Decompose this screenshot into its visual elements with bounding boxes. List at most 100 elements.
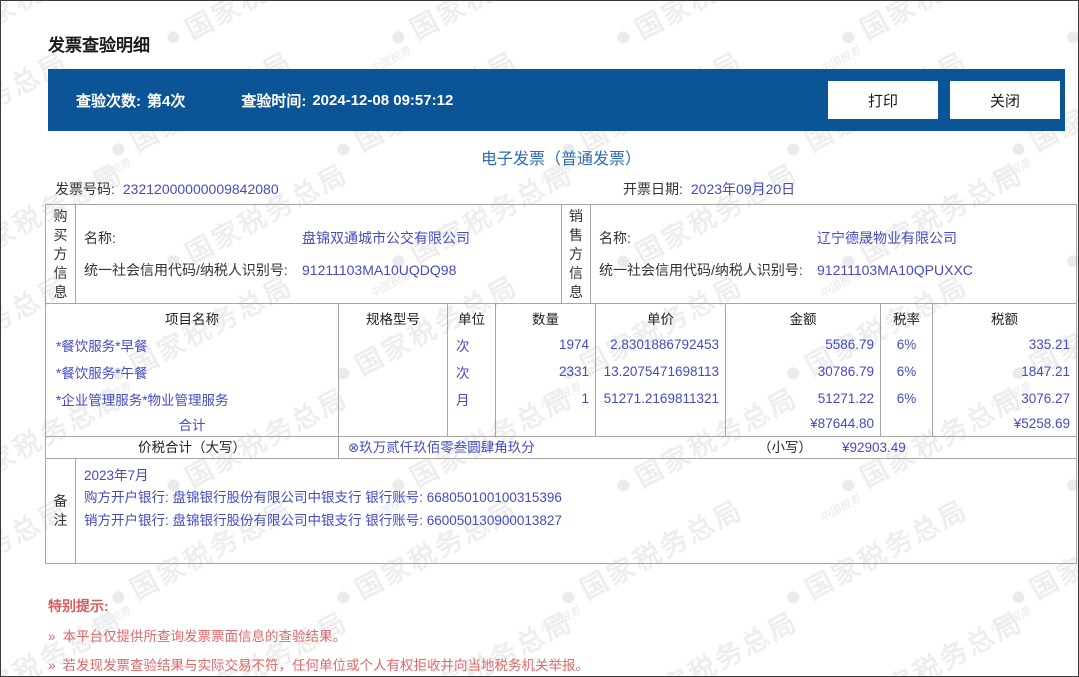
notice-item: » 本平台仅提供所查询发票票面信息的查验结果。 — [48, 625, 1077, 645]
total-unit-cell — [447, 412, 496, 436]
item-cell-qty: 1 — [495, 385, 596, 412]
remark-line: 销方开户银行: 盘锦银行股份有限公司中银支行 银行账号: 66005013090… — [84, 512, 562, 528]
seller-side-column: 销售方信息 — [561, 205, 591, 303]
items-header-row: 项目名称 规格型号 单位 数量 单价 金额 税率 税额 — [46, 304, 1077, 331]
item-cell-tax: 335.21 — [932, 331, 1077, 358]
item-cell-rate: 6% — [880, 385, 933, 412]
total-rate-cell — [880, 412, 933, 436]
watermark-text: 国家税务总局 — [1077, 1, 1078, 47]
header-spec: 规格型号 — [338, 304, 448, 331]
invoice-number-value: 23212000000009842080 — [122, 181, 279, 197]
item-cell-spec — [338, 331, 448, 358]
check-count-value: 第4次 — [147, 92, 186, 110]
notice-items: » 本平台仅提供所查询发票票面信息的查验结果。 » 若发现发票查验结果与实际交易不符，… — [48, 625, 1077, 674]
print-button[interactable]: 打印 — [828, 81, 938, 119]
invoice-number-label: 发票号码: — [55, 181, 115, 197]
item-cell-name: *餐饮服务*午餐 — [56, 365, 148, 381]
tax-total-capital: ⊗玖万贰仟玖佰零叁圆肆角玖分 — [348, 439, 535, 455]
total-tax-value: ¥5258.69 — [932, 412, 1077, 436]
invoice-number-group: 发票号码: 23212000000009842080 — [55, 179, 279, 199]
remark-line: 2023年7月 — [84, 467, 149, 483]
items-tbody: *餐饮服务*早餐次 1974 2.8301886792453 5586.79 6% 335… — [46, 331, 1077, 412]
seller-name-value: 辽宁德晟物业有限公司 — [817, 230, 957, 246]
item-cell-tax: 1847.21 — [932, 358, 1077, 385]
item-cell-amount: 30786.79 — [725, 358, 881, 385]
seller-name-row: 名称: 辽宁德晟物业有限公司 — [599, 222, 1076, 254]
seller-taxid-value: 91211103MA10QPUXXC — [817, 262, 973, 278]
item-cell-amount: 5586.79 — [725, 331, 881, 358]
notice-item: » 若发现发票查验结果与实际交易不符，任何单位或个人有权拒收并向当地税务机关举报。 — [48, 654, 1077, 674]
seller-taxid-label: 统一社会信用代码/纳税人识别号: — [599, 262, 803, 278]
notice-bullet-icon: » — [48, 628, 56, 644]
page-title: 发票查验明细 — [48, 36, 150, 55]
remark-line: 购方开户银行: 盘锦银行股份有限公司中银支行 银行账号: 66805010010… — [84, 490, 562, 505]
tax-total-small-group: （小写） ¥92903.49 — [758, 437, 906, 458]
notice-item-text: 若发现发票查验结果与实际交易不符，任何单位或个人有权拒收并向当地税务机关举报。 — [62, 657, 590, 673]
check-time-label: 查验时间: — [241, 92, 307, 110]
seller-side-label: 销售方信息 — [569, 207, 583, 300]
item-cell-rate: 6% — [880, 358, 933, 385]
buyer-name-row: 名称: 盘锦双通城市公交有限公司 — [84, 222, 561, 254]
item-cell-rate: 6% — [880, 331, 933, 358]
check-time-value: 2024-12-08 09:57:12 — [312, 91, 454, 109]
header-tax: 税额 — [932, 304, 1077, 331]
buyer-taxid-label: 统一社会信用代码/纳税人识别号: — [84, 262, 288, 278]
item-row: *企业管理服务*物业管理服务 月 1 51271.2169811321 51271.22… — [46, 385, 1077, 412]
seller-taxid-row: 统一社会信用代码/纳税人识别号: 91211103MA10QPUXXC — [599, 254, 1076, 286]
header-unit: 单位 — [447, 304, 496, 331]
total-amount-value: ¥87644.80 — [725, 412, 881, 436]
buyer-side-label: 购买方信息 — [53, 207, 68, 300]
watermark-text: 国家税务总局 — [1077, 152, 1078, 271]
total-qty-cell — [495, 412, 596, 436]
buyer-name-value: 盘锦双通城市公交有限公司 — [302, 230, 470, 246]
tax-total-label: 价税合计（大写） — [46, 436, 339, 458]
header-price: 单价 — [595, 304, 726, 331]
buyer-fields: 名称: 盘锦双通城市公交有限公司 统一社会信用代码/纳税人识别号: 912111… — [76, 205, 561, 303]
seller-name-label: 名称: — [599, 230, 631, 246]
close-button[interactable]: 关闭 — [950, 81, 1060, 119]
item-row: *餐饮服务*早餐 次 1974 2.8301886792453 5586.79 6% 335… — [46, 331, 1077, 358]
invoice-date-group: 开票日期: 2023年09月20日 — [623, 179, 795, 199]
check-info-bar: 查验次数: 第4次 查验时间: 2024-12-08 09:57:12 打印 关… — [48, 69, 1065, 131]
invoice-type-title: 电子发票（普通发票） — [480, 151, 641, 168]
invoice-date-value: 2023年09月20日 — [690, 181, 796, 197]
notice-item-text: 本平台仅提供所查询发票票面信息的查验结果。 — [62, 628, 347, 644]
items-total-body: 合计 ¥87644.80 ¥5258.69 — [46, 412, 1077, 436]
check-count-label: 查验次数: — [76, 92, 141, 110]
item-cell-tax: 3076.27 — [932, 385, 1077, 412]
seller-fields: 名称: 辽宁德晟物业有限公司 统一社会信用代码/纳税人识别号: 91211103… — [591, 205, 1076, 303]
header-rate: 税率 — [880, 304, 933, 331]
buyer-taxid-value: 91211103MA10UQDQ98 — [302, 262, 457, 278]
tax-total-small-label: （小写） — [758, 439, 812, 455]
total-price-cell — [595, 412, 726, 436]
item-cell-spec — [338, 358, 448, 385]
watermark-text: 国家税务总局 — [1077, 600, 1078, 676]
item-cell-price: 13.2075471698113 — [595, 358, 726, 385]
remark-box: 备注 2023年7月购方开户银行: 盘锦银行股份有限公司中银支行 银行账号: 6… — [45, 458, 1077, 564]
header-amount: 金额 — [725, 304, 881, 331]
party-info-box: 购买方信息 名称: 盘锦双通城市公交有限公司 统一社会信用代码/纳税人识别号: … — [45, 204, 1077, 304]
tax-total-small-value: ¥92903.49 — [842, 439, 906, 455]
notice-bullet-icon: » — [48, 657, 56, 673]
item-cell-amount: 51271.22 — [725, 385, 881, 412]
items-total-row: 合计 ¥87644.80 ¥5258.69 — [46, 412, 1077, 436]
item-cell-qty: 1974 — [495, 331, 596, 358]
remark-content: 2023年7月购方开户银行: 盘锦银行股份有限公司中银支行 银行账号: 6680… — [76, 459, 1076, 563]
main-content: 发票查验明细 查验次数: 第4次 查验时间: 2024-12-08 09:57:… — [45, 1, 1077, 674]
remark-side-column: 备注 — [46, 458, 76, 563]
item-cell-qty: 2331 — [495, 358, 596, 385]
item-cell-unit: 次 — [447, 331, 496, 358]
notice-title: 特别提示: — [48, 597, 109, 614]
buyer-name-label: 名称: — [84, 230, 116, 246]
item-row: *餐饮服务*午餐 次 2331 13.2075471698113 30786.79 6% 1… — [46, 358, 1077, 385]
total-spec-cell — [338, 412, 448, 436]
invoice-check-page: 国家税务总局中国税务国家税务总局国家税务总局中国税务国家税务总局国家税务总局中国… — [0, 0, 1079, 677]
tax-total-right: ⊗玖万贰仟玖佰零叁圆肆角玖分 （小写） ¥92903.49 — [339, 437, 1076, 458]
watermark-text: 国家税务总局 — [1077, 376, 1078, 495]
items-table: 项目名称 规格型号 单位 数量 单价 金额 税率 税额 *餐饮服务*早餐次 197… — [45, 304, 1077, 437]
items-table-head: 项目名称 规格型号 单位 数量 单价 金额 税率 税额 — [46, 304, 1077, 331]
invoice-date-label: 开票日期: — [623, 181, 683, 197]
invoice-meta-row: 发票号码: 23212000000009842080 开票日期: 2023年09月2… — [45, 169, 1077, 204]
special-notice: 特别提示: » 本平台仅提供所查询发票票面信息的查验结果。 » 若发现发票查验结果与实… — [48, 596, 1077, 674]
item-cell-name: *企业管理服务*物业管理服务 — [56, 392, 229, 408]
